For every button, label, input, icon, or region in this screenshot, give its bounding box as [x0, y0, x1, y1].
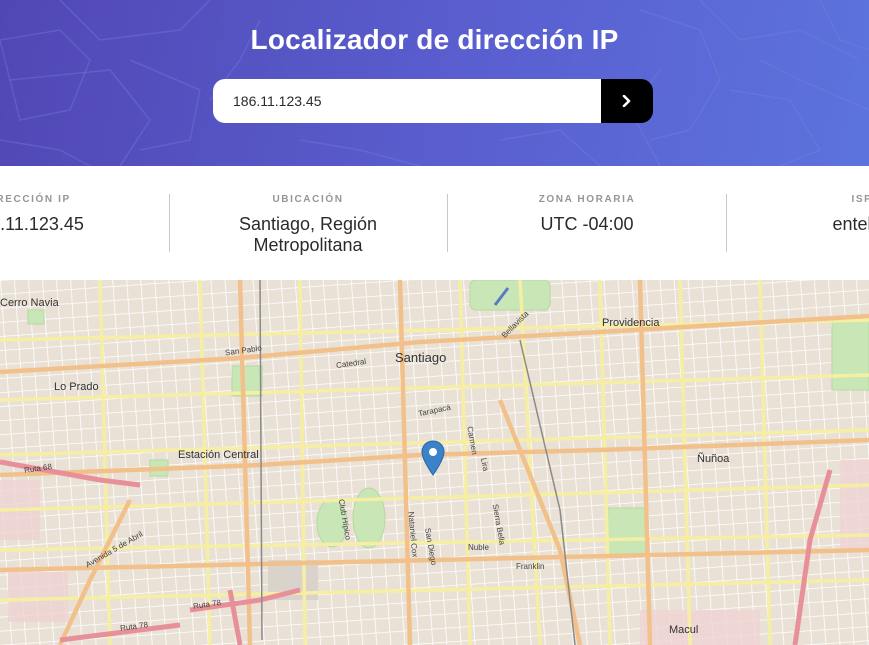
location-label: UBICACIÓN	[272, 194, 344, 205]
ip-info-panel: DIRECCIÓN IP 186.11.123.45 UBICACIÓN San…	[0, 166, 869, 280]
map-label-providencia: Providencia	[602, 317, 660, 329]
info-divider	[447, 194, 448, 252]
timezone-value: UTC -04:00	[540, 214, 634, 234]
location-value-line2: Metropolitana	[253, 235, 363, 255]
location-value: Santiago, Región Metropolitana	[188, 214, 428, 256]
header-banner: Localizador de dirección IP	[0, 0, 869, 166]
info-timezone: ZONA HORARIA UTC -04:00	[467, 194, 707, 235]
location-value-line1: Santiago, Región	[238, 214, 378, 234]
ip-value: 186.11.123.45	[0, 214, 84, 234]
ip-label: DIRECCIÓN IP	[0, 194, 71, 205]
search-submit-button[interactable]	[601, 79, 653, 123]
isp-label: ISP	[851, 194, 869, 205]
isp-value: entel M	[832, 214, 869, 234]
map-label-macul: Macul	[669, 624, 699, 636]
ip-search-form	[213, 79, 653, 123]
map-label-cerro-navia: Cerro Navia	[0, 297, 59, 309]
chevron-right-icon	[622, 95, 631, 107]
map-label-franklin: Franklin	[516, 562, 545, 571]
info-ip: DIRECCIÓN IP 186.11.123.45	[0, 194, 147, 235]
map-label-estacion-central: Estación Central	[178, 449, 259, 461]
map-label-nunoa: Ñuñoa	[697, 453, 730, 465]
map-label-lo-prado: Lo Prado	[54, 381, 99, 393]
page-title: Localizador de dirección IP	[250, 24, 619, 55]
info-location: UBICACIÓN Santiago, Región Metropolitana	[188, 194, 428, 256]
info-divider	[169, 194, 170, 252]
info-isp: ISP entel M	[742, 194, 869, 235]
timezone-label: ZONA HORARIA	[538, 194, 636, 205]
map-label-santiago: Santiago	[395, 350, 447, 365]
info-divider	[726, 194, 727, 252]
ip-search-input[interactable]	[213, 79, 601, 123]
map-label-nuble: Nuble	[468, 543, 489, 552]
map-pin-icon[interactable]	[421, 440, 445, 476]
